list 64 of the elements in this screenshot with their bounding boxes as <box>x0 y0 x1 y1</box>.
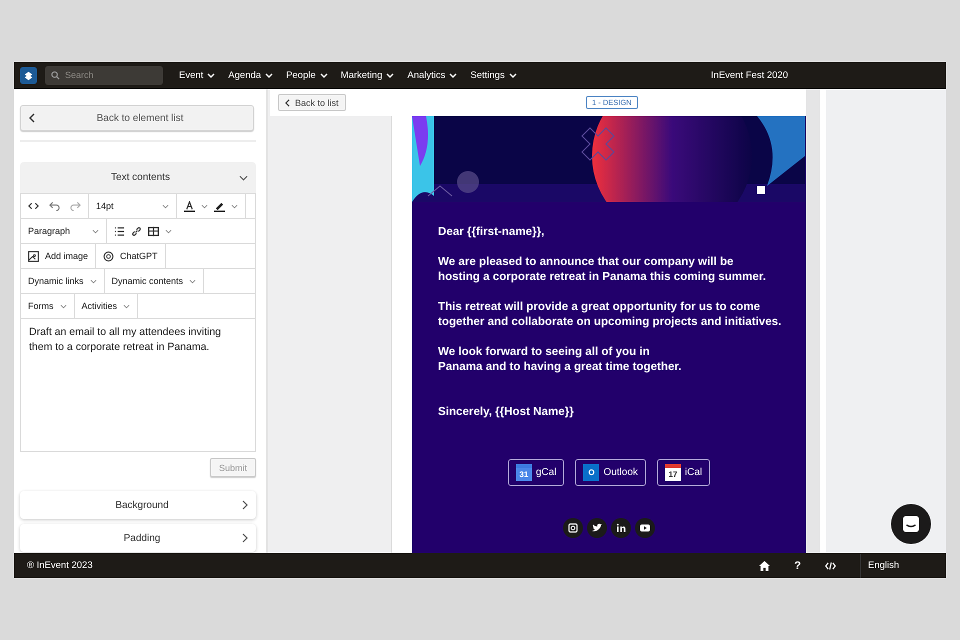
email-signoff: Sincerely, {{Host Name}} <box>438 404 575 419</box>
chevron-left-icon <box>285 98 290 106</box>
highlighter-icon[interactable] <box>214 200 225 212</box>
calendar-icon: 31 <box>516 464 532 481</box>
ring-icon <box>103 250 114 262</box>
email-greeting: Dear {{first-name}}, <box>438 224 546 239</box>
linkedin-icon[interactable] <box>611 518 631 538</box>
logo-icon[interactable] <box>20 66 37 84</box>
back-button[interactable]: Back to element list <box>20 105 254 131</box>
video-play-icon[interactable] <box>635 518 655 538</box>
chevron-down-icon <box>265 72 274 78</box>
search-field[interactable]: Search <box>45 66 163 84</box>
chevron-down-icon[interactable] <box>231 204 238 208</box>
chevron-down-icon <box>508 72 517 78</box>
email-paragraph: We look forward to seeing all of you in Panama and to having a great time together. <box>438 344 683 374</box>
chevron-down-icon <box>449 72 458 78</box>
calendar-button[interactable]: 31 gCal <box>508 459 564 486</box>
table-icon[interactable] <box>148 226 159 236</box>
prompt-field[interactable]: Draft an email to all my attendees inviting them to a corporate retreat in Panama. <box>21 319 255 451</box>
chat-icon <box>901 514 921 534</box>
chevron-down-icon <box>207 72 216 78</box>
calendar-icon: 17 <box>664 464 681 481</box>
copyright-text: ® InEvent 2023 <box>27 560 93 571</box>
chevron-down-icon <box>90 278 97 284</box>
bird-icon[interactable] <box>587 518 607 538</box>
section-header[interactable]: Text contents <box>20 162 256 193</box>
calendar-button[interactable]: O Outlook <box>575 459 646 486</box>
instagram-icon[interactable] <box>563 518 583 538</box>
event-title: InEvent Fest 2020 <box>710 70 788 80</box>
chevron-down-icon <box>123 304 130 308</box>
accordion-item[interactable]: Background <box>20 491 256 519</box>
nav-menu[interactable]: Marketing <box>334 70 400 80</box>
chevron-down-icon <box>386 72 394 78</box>
email-paragraph: This retreat will provide a great opportunity for us to come together and collaborate on upcoming projects and initiatives. <box>438 299 782 329</box>
nav-menu[interactable]: Agenda <box>222 70 280 80</box>
chevron-left-icon <box>29 113 35 123</box>
chevron-down-icon <box>92 228 99 234</box>
chevron-down-icon <box>189 278 196 284</box>
search-icon <box>51 70 60 80</box>
chevron-down-icon[interactable] <box>165 228 172 234</box>
text-color-icon[interactable] <box>184 200 195 212</box>
nav-menu[interactable]: Event <box>173 70 222 80</box>
code-icon[interactable] <box>28 201 39 211</box>
home-icon[interactable] <box>759 560 770 570</box>
list-icon[interactable] <box>114 226 125 236</box>
chevron-down-icon <box>162 204 169 208</box>
chevron-right-icon <box>242 500 248 510</box>
chevron-down-icon <box>320 72 328 78</box>
chevron-down-icon[interactable] <box>201 204 208 208</box>
nav-menu[interactable]: People <box>280 70 334 80</box>
help-icon[interactable]: ? <box>794 560 801 572</box>
nav-menu[interactable]: Analytics <box>401 70 464 80</box>
undo-icon[interactable] <box>49 201 60 211</box>
image-icon <box>28 250 39 262</box>
chevron-right-icon <box>242 533 248 543</box>
chevron-down-icon <box>60 304 66 308</box>
link-icon[interactable] <box>131 226 142 236</box>
chevron-down-icon <box>239 174 248 180</box>
outlook-icon: O <box>583 464 600 481</box>
calendar-button[interactable]: 17 iCal <box>656 459 710 486</box>
accordion-item[interactable]: Padding <box>20 524 256 552</box>
email-paragraph: We are pleased to announce that our company will be hosting a corporate retreat in Panama this coming summer. <box>438 254 767 284</box>
nav-menu[interactable]: Settings <box>464 70 523 80</box>
back-to-list-button[interactable]: Back to list <box>278 94 346 111</box>
